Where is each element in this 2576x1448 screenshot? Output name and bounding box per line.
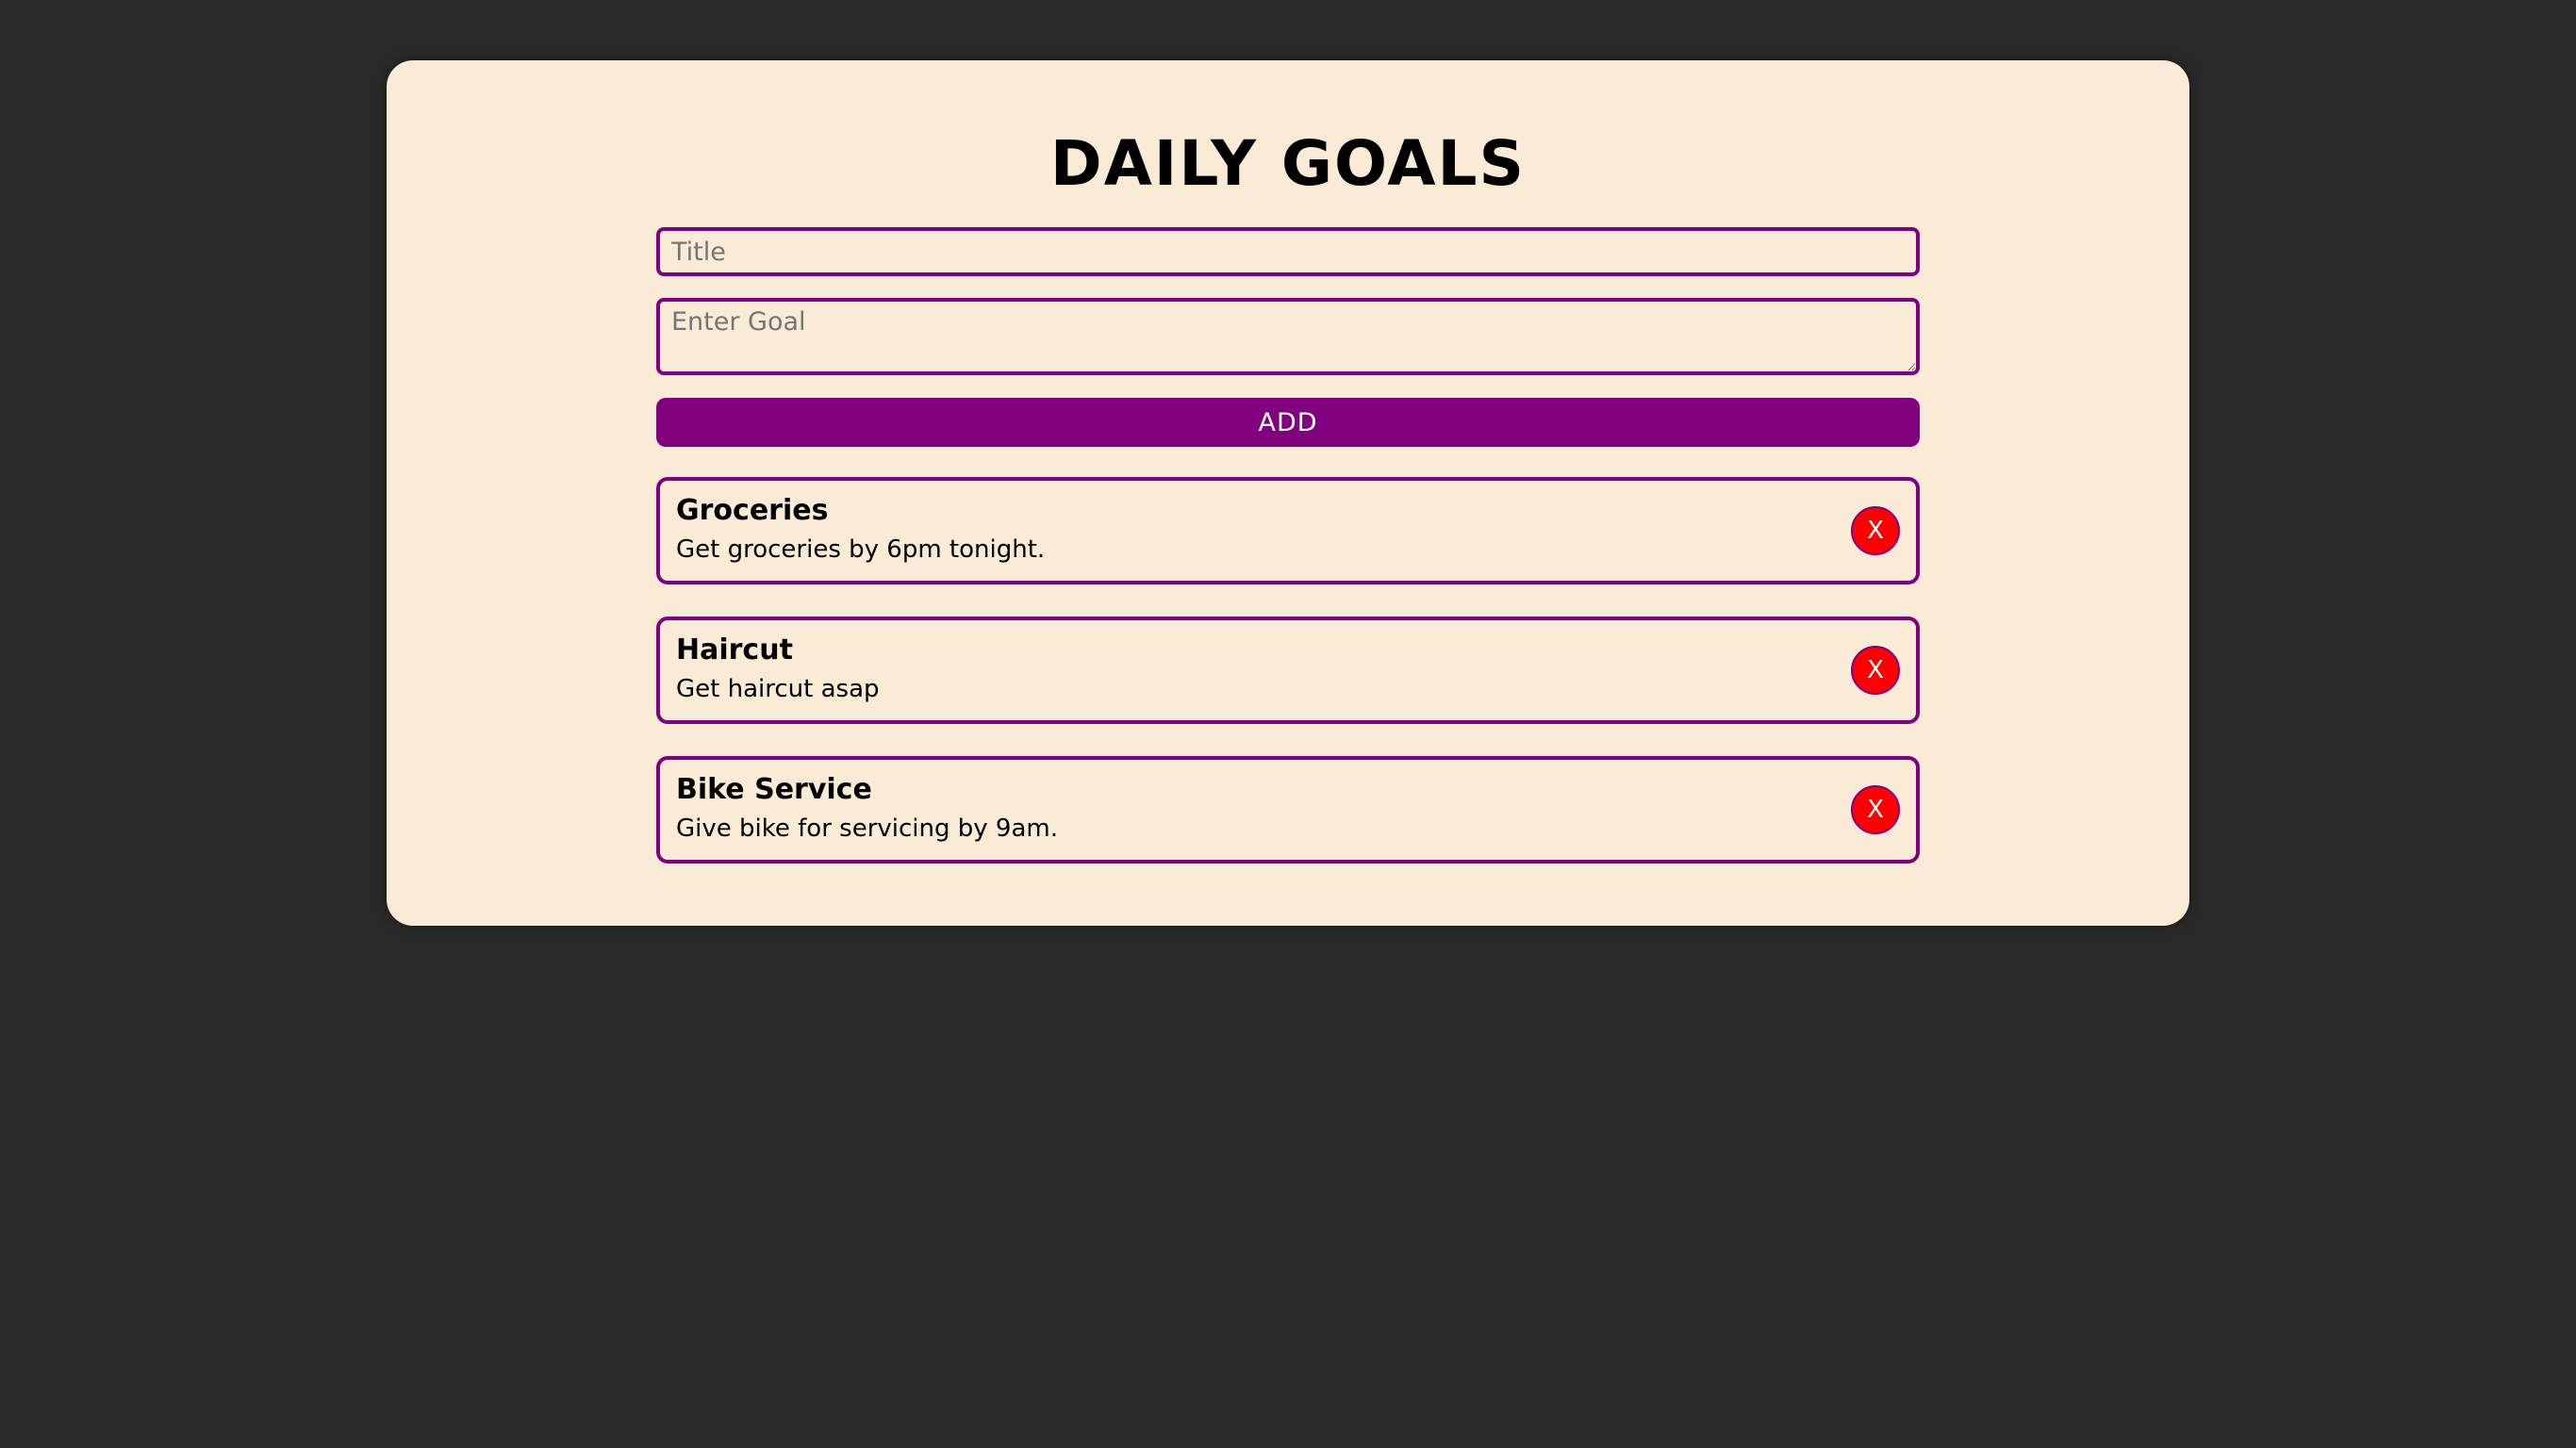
goal-title: Bike Service	[676, 773, 872, 806]
goal-title: Haircut	[676, 634, 793, 666]
delete-goal-button[interactable]: X	[1851, 506, 1900, 555]
add-button[interactable]: ADD	[656, 398, 1920, 447]
goal-item: Haircut Get haircut asap X	[656, 617, 1920, 724]
page-title: DAILY GOALS	[1049, 127, 1527, 200]
goal-textarea[interactable]	[656, 298, 1920, 375]
delete-goal-button[interactable]: X	[1851, 785, 1900, 834]
goal-list: Groceries Get groceries by 6pm tonight. …	[656, 477, 1920, 896]
delete-goal-button[interactable]: X	[1851, 646, 1900, 695]
goal-title: Groceries	[676, 494, 829, 527]
goals-card: DAILY GOALS ADD Groceries Get groceries …	[387, 60, 2189, 926]
goal-item: Bike Service Give bike for servicing by …	[656, 756, 1920, 864]
title-input[interactable]	[656, 227, 1920, 276]
goal-description: Get groceries by 6pm tonight.	[676, 535, 1046, 564]
goal-item: Groceries Get groceries by 6pm tonight. …	[656, 477, 1920, 584]
goal-description: Give bike for servicing by 9am.	[676, 814, 1058, 843]
goal-description: Get haircut asap	[676, 675, 880, 703]
